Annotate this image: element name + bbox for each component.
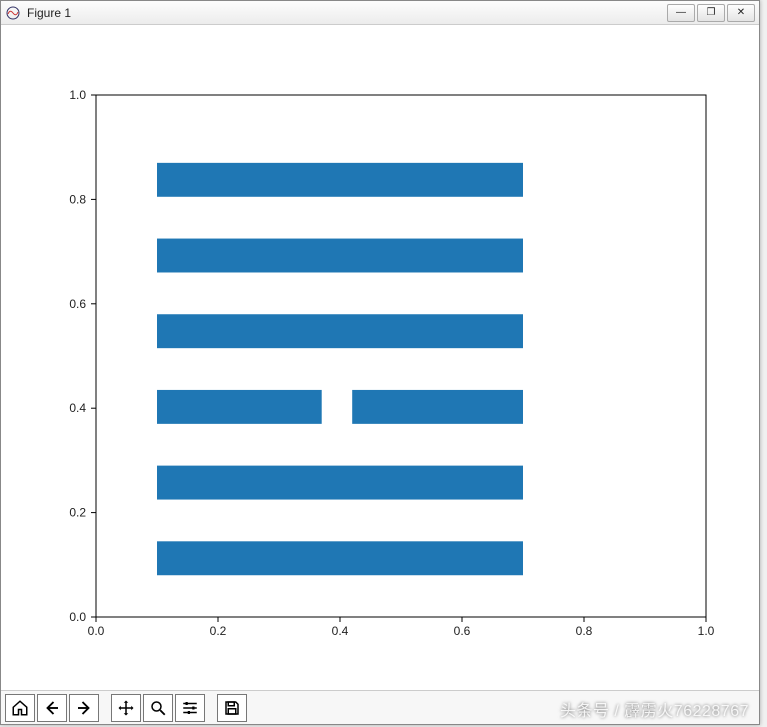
svg-text:0.2: 0.2: [69, 506, 86, 520]
zoom-icon: [149, 699, 167, 717]
svg-text:0.6: 0.6: [69, 297, 86, 311]
svg-text:1.0: 1.0: [69, 88, 86, 102]
svg-text:0.4: 0.4: [332, 624, 349, 638]
maximize-button[interactable]: ❐: [697, 4, 725, 22]
svg-text:0.6: 0.6: [454, 624, 471, 638]
home-icon: [11, 699, 29, 717]
minimize-button[interactable]: —: [667, 4, 695, 22]
back-button[interactable]: [37, 694, 67, 722]
forward-button[interactable]: [69, 694, 99, 722]
save-button[interactable]: [217, 694, 247, 722]
pan-button[interactable]: [111, 694, 141, 722]
svg-text:0.2: 0.2: [210, 624, 227, 638]
back-icon: [43, 699, 61, 717]
window-controls: — ❐ ✕: [667, 4, 755, 22]
titlebar: Figure 1 — ❐ ✕: [1, 1, 759, 25]
nav-toolbar: [1, 690, 759, 724]
svg-text:0.8: 0.8: [576, 624, 593, 638]
zoom-button[interactable]: [143, 694, 173, 722]
save-icon: [223, 699, 241, 717]
app-icon: [5, 5, 21, 21]
pan-icon: [117, 699, 135, 717]
figure-window: Figure 1 — ❐ ✕ 0.00.20.40.60.81.00.00.20…: [0, 0, 760, 725]
svg-text:0.8: 0.8: [69, 192, 86, 206]
plot-svg: 0.0 0.2 0.4 0.6 0.8 1.0 0.0 0.2 0.4 0.6 0.8 1.0: [1, 25, 759, 690]
home-button[interactable]: [5, 694, 35, 722]
svg-text:0.0: 0.0: [88, 624, 105, 638]
forward-icon: [75, 699, 93, 717]
plot-canvas[interactable]: 0.0 0.2 0.4 0.6 0.8 1.0 0.0 0.2 0.4 0.6 0.8 1.0: [1, 25, 759, 690]
svg-text:1.0: 1.0: [698, 624, 715, 638]
window-title: Figure 1: [27, 6, 667, 20]
close-button[interactable]: ✕: [727, 4, 755, 22]
svg-text:0.0: 0.0: [69, 610, 86, 624]
configure-button[interactable]: [175, 694, 205, 722]
svg-text:0.4: 0.4: [69, 401, 86, 415]
configure-icon: [181, 699, 199, 717]
